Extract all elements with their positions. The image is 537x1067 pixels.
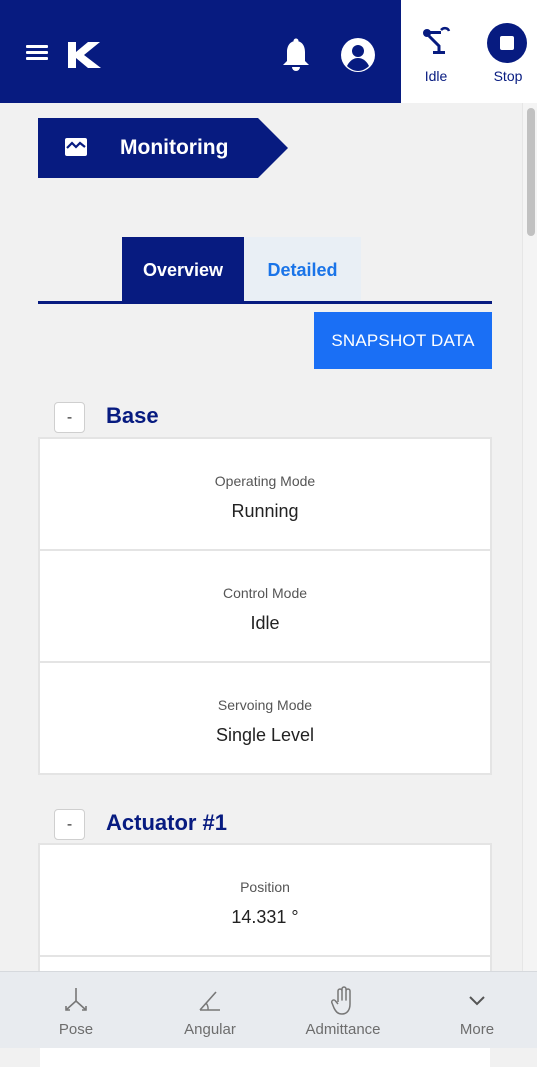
angle-icon (199, 991, 220, 1011)
card-label: Operating Mode (214, 473, 316, 489)
nav-admittance-label: Admittance (305, 1021, 381, 1038)
snapshot-data-button[interactable]: SNAPSHOT DATA (314, 312, 492, 369)
nav-pose[interactable]: Pose (21, 972, 131, 1049)
card-value: Running (231, 501, 299, 521)
operating-mode-card: Operating Mode Running (40, 439, 490, 549)
pose-icon (65, 988, 87, 1011)
position-card: Position 14.331 ° (40, 845, 490, 955)
collapse-base-button[interactable]: - (54, 402, 85, 433)
base-card-group: Operating Mode Running Control Mode Idle… (38, 437, 492, 775)
section-title-actuator-1: Actuator #1 (106, 810, 228, 835)
nav-more-label: More (459, 1021, 495, 1038)
nav-pose-label: Pose (58, 1021, 94, 1038)
robot-arm-icon (423, 26, 451, 54)
header-bar (0, 0, 401, 103)
tab-detailed[interactable]: Detailed (244, 237, 361, 303)
card-label: Servoing Mode (217, 697, 313, 713)
card-value: Single Level (215, 725, 315, 745)
nav-angular[interactable]: Angular (155, 972, 265, 1049)
scrollbar-thumb[interactable] (527, 108, 535, 236)
control-mode-card: Control Mode Idle (40, 551, 490, 661)
card-label: Control Mode (222, 585, 308, 601)
nav-admittance[interactable]: Admittance (288, 972, 398, 1049)
breadcrumb-label: Monitoring (120, 136, 229, 159)
card-value: 14.331 ° (231, 907, 299, 927)
stop-label: Stop (493, 68, 523, 84)
tab-overview[interactable]: Overview (122, 237, 244, 303)
collapse-actuator-1-button[interactable]: - (54, 809, 85, 840)
nav-more[interactable]: More (422, 972, 532, 1049)
bell-icon[interactable] (280, 38, 312, 74)
app-header: Idle Stop (0, 0, 537, 103)
monitoring-icon (65, 138, 87, 156)
stop-button[interactable]: Stop (483, 22, 533, 88)
card-label: Position (240, 879, 290, 895)
actuator-1-card-group: Position 14.331 ° (38, 843, 492, 1067)
card-value: Idle (250, 613, 280, 633)
stop-icon (487, 23, 527, 63)
hand-icon (331, 986, 351, 1015)
breadcrumb[interactable]: Monitoring (38, 118, 288, 178)
nav-angular-label: Angular (184, 1021, 236, 1038)
tab-underline (38, 301, 492, 304)
bottom-nav: Pose Angular Admittance More (0, 971, 537, 1048)
servoing-mode-card: Servoing Mode Single Level (40, 663, 490, 773)
robot-status-indicator[interactable]: Idle (411, 22, 461, 88)
section-title-base: Base (106, 403, 159, 428)
robot-status-label: Idle (424, 68, 448, 84)
kinova-logo-icon (68, 42, 101, 68)
account-icon[interactable] (340, 37, 376, 73)
chevron-down-icon (469, 996, 485, 1006)
menu-icon[interactable] (26, 45, 48, 61)
